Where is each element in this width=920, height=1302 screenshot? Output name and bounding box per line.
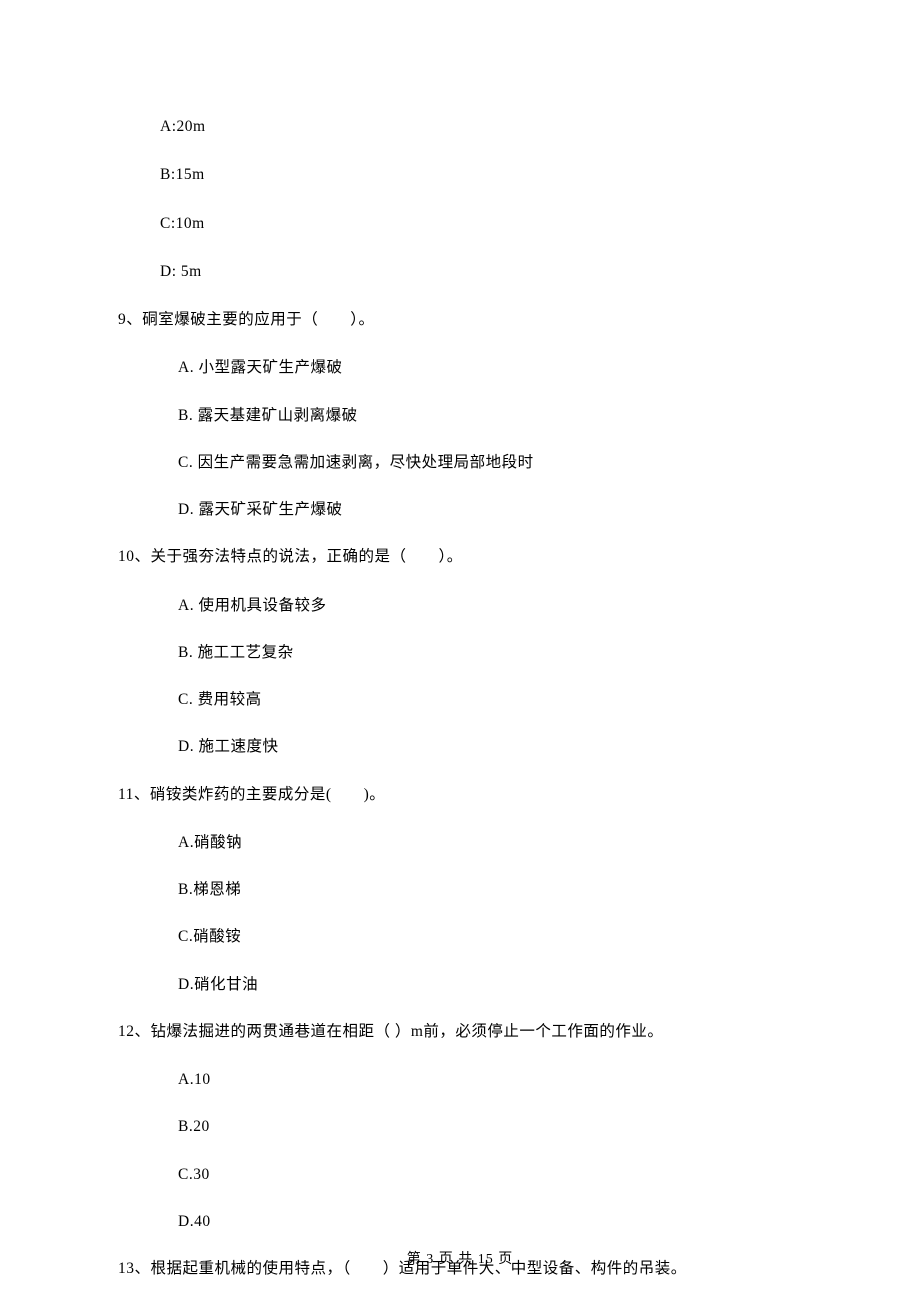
q9-option-c: C. 因生产需要急需加速剥离，尽快处理局部地段时 — [178, 451, 802, 474]
question-11: 11、硝铵类炸药的主要成分是( )。 — [118, 783, 802, 806]
q11-option-d: D.硝化甘油 — [178, 973, 802, 996]
q8-option-d: D: 5m — [160, 260, 802, 283]
q8-option-a: A:20m — [160, 115, 802, 138]
q12-option-c: C.30 — [178, 1163, 802, 1186]
q12-option-d: D.40 — [178, 1210, 802, 1233]
q9-option-b: B. 露天基建矿山剥离爆破 — [178, 404, 802, 427]
q11-option-b: B.梯恩梯 — [178, 878, 802, 901]
q10-option-b: B. 施工工艺复杂 — [178, 641, 802, 664]
q8-option-c: C:10m — [160, 212, 802, 235]
q12-option-b: B.20 — [178, 1115, 802, 1138]
q11-option-a: A.硝酸钠 — [178, 831, 802, 854]
question-9: 9、硐室爆破主要的应用于（ ）。 — [118, 308, 802, 331]
q9-option-d: D. 露天矿采矿生产爆破 — [178, 498, 802, 521]
q9-option-a: A. 小型露天矿生产爆破 — [178, 356, 802, 379]
q8-option-b: B:15m — [160, 163, 802, 186]
q12-option-a: A.10 — [178, 1068, 802, 1091]
q10-option-c: C. 费用较高 — [178, 688, 802, 711]
q10-option-d: D. 施工速度快 — [178, 735, 802, 758]
question-12: 12、钻爆法掘进的两贯通巷道在相距（ ）m前，必须停止一个工作面的作业。 — [118, 1020, 802, 1043]
q10-option-a: A. 使用机具设备较多 — [178, 594, 802, 617]
question-10: 10、关于强夯法特点的说法，正确的是（ ）。 — [118, 545, 802, 568]
q11-option-c: C.硝酸铵 — [178, 925, 802, 948]
page-footer: 第 3 页 共 15 页 — [0, 1249, 920, 1270]
